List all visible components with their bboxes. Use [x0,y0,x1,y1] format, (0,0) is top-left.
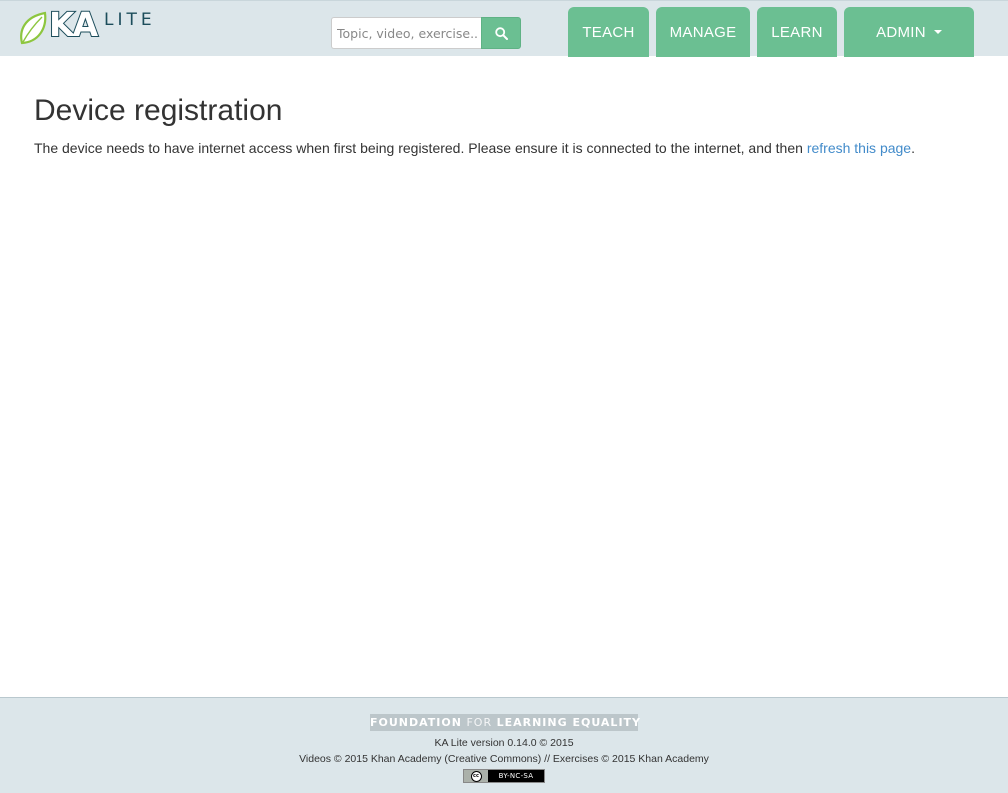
nav-tab-teach[interactable]: TEACH [568,7,649,57]
page-title: Device registration [34,94,283,127]
cc-badge-left: cc [464,770,488,782]
nav-tab-teach-label: TEACH [582,23,635,41]
credits-text: Videos © 2015 Khan Academy (Creative Com… [0,753,1008,765]
search-form [331,17,521,49]
creative-commons-link[interactable]: Creative Commons [448,753,538,765]
nav-tab-admin-label: ADMIN [876,23,926,41]
logo-ka-text: KA [48,4,99,45]
cc-license-label: BY-NC-SA [498,772,534,780]
fle-foundation-text: FOUNDATION [370,716,462,729]
search-button[interactable] [481,17,521,49]
search-input[interactable] [331,17,482,49]
top-navbar: KA LITE TEACH MANAGE LEARN ADMIN [0,0,1008,57]
fle-learning-equality-text: LEARNING EQUALITY [496,716,642,729]
videos-credit-prefix: Videos © 2015 Khan Academy ( [299,753,448,765]
cc-icon: cc [470,770,482,782]
search-icon [494,26,508,40]
version-text: KA Lite version 0.14.0 © 2015 [434,737,574,749]
fle-logo-banner[interactable]: FOUNDATION FOR LEARNING EQUALITY [370,714,642,731]
ka-lite-logo[interactable]: KA LITE [18,4,163,47]
message-period: . [911,140,915,156]
fle-for-text: FOR [466,716,493,729]
exercises-credit-text: ) // Exercises © 2015 Khan Academy [537,753,709,765]
cc-license-badge[interactable]: cc BY-NC-SA [463,769,545,783]
message-text: The device needs to have internet access… [34,140,807,156]
nav-tab-learn-label: LEARN [771,23,823,41]
refresh-page-link[interactable]: refresh this page [807,140,911,156]
registration-message: The device needs to have internet access… [34,140,915,156]
caret-down-icon [933,30,942,34]
nav-tab-learn[interactable]: LEARN [757,7,837,57]
leaf-icon [20,11,47,45]
logo-lite-text: LITE [104,10,156,30]
nav-tab-manage-label: MANAGE [669,23,737,41]
nav-tab-manage[interactable]: MANAGE [656,7,750,57]
nav-tab-admin-dropdown[interactable]: ADMIN [844,7,974,57]
page-footer: FOUNDATION FOR LEARNING EQUALITY KA Lite… [0,697,1008,793]
